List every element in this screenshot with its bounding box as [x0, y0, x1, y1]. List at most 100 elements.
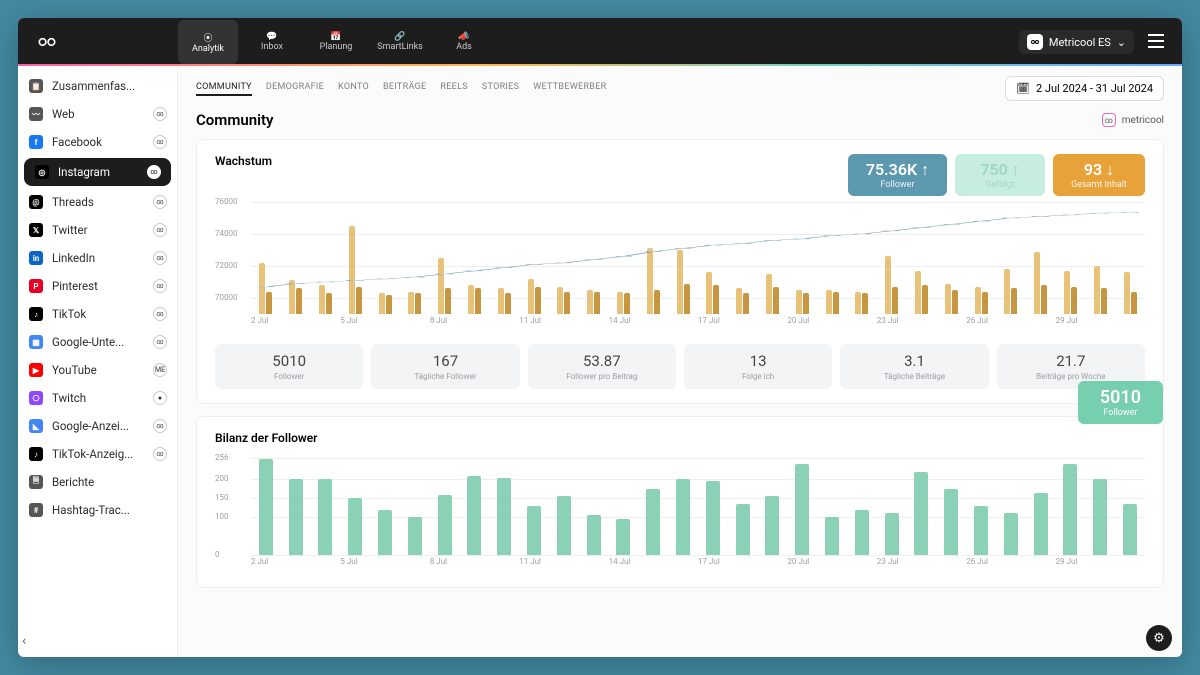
sidebar-item-linkedin[interactable]: inLinkedIn∞ [18, 244, 177, 272]
calendar-icon: 🗓 [1016, 82, 1030, 95]
sidebar-item-reports[interactable]: 🗎Berichte [18, 468, 177, 496]
gb-icon: ▦ [28, 334, 44, 350]
x-tick: 2 Jul [251, 316, 340, 332]
account-icon: ∞ [1102, 113, 1116, 127]
x-tick: 20 Jul [787, 557, 876, 573]
tab-account[interactable]: KONTO [338, 82, 369, 96]
sidebar-item-google-biz[interactable]: ▦Google-Unte...∞ [18, 328, 177, 356]
bar [833, 292, 839, 314]
sidebar-item-label: Instagram [58, 165, 139, 179]
sidebar-item-label: Google-Anzei... [52, 419, 145, 433]
nav-planning[interactable]: 📅Planung [306, 20, 366, 64]
sidebar-item-tiktok-ads[interactable]: ♪TikTok-Anzeig...∞ [18, 440, 177, 468]
connected-account[interactable]: ∞ metricool [1102, 113, 1164, 127]
x-tick: 14 Jul [609, 557, 698, 573]
tab-posts[interactable]: BEITRÄGE [383, 82, 426, 96]
bar [1094, 266, 1100, 314]
kpi-pill[interactable]: 750 ↑Gefolgt [955, 154, 1045, 196]
kpi-pill[interactable]: 75.36K ↑Follower [848, 154, 947, 196]
tab-demographics[interactable]: DEMOGRAFIE [266, 82, 324, 96]
workspace-label: Metricool ES [1049, 36, 1111, 49]
date-range-picker[interactable]: 🗓 2 Jul 2024 - 31 Jul 2024 [1005, 76, 1164, 101]
bar [885, 256, 891, 314]
tab-competitors[interactable]: WETTBEWERBER [533, 82, 606, 96]
bar [289, 479, 303, 555]
sidebar-item-label: Facebook [52, 135, 145, 149]
kpi-pill[interactable]: 93 ↓Gesamt Inhalt [1053, 154, 1145, 196]
sidebar-item-label: Twitch [52, 391, 145, 405]
sidebar-item-summary[interactable]: 📋Zusammenfas... [18, 72, 177, 100]
bar [975, 287, 981, 314]
bar [557, 496, 571, 555]
bar [825, 517, 839, 555]
bar [1123, 504, 1137, 555]
sidebar-item-label: Threads [52, 195, 145, 209]
nav-inbox[interactable]: 💬Inbox [242, 20, 302, 64]
sidebar-badge: ∞ [153, 419, 167, 433]
smartlinks-icon: 🔗 [394, 32, 405, 42]
bar [378, 510, 392, 555]
sidebar-item-instagram[interactable]: ◎Instagram∞ [24, 158, 171, 186]
settings-fab[interactable]: ⚙ [1146, 625, 1172, 651]
nav-analytics[interactable]: ⦿Analytik [178, 20, 238, 64]
bar [743, 293, 749, 314]
bar [527, 506, 541, 555]
bar [676, 479, 690, 555]
x-tick: 23 Jul [877, 316, 966, 332]
sidebar: ‹ 📋Zusammenfas...〰Web∞fFacebook∞◎Instagr… [18, 66, 178, 657]
tab-stories[interactable]: STORIES [482, 82, 519, 96]
bar [528, 279, 534, 314]
bar [594, 292, 600, 314]
bar [862, 293, 868, 314]
bar [803, 293, 809, 314]
bar [1004, 269, 1010, 314]
bar [617, 292, 623, 314]
bar [1131, 292, 1137, 314]
date-range-label: 2 Jul 2024 - 31 Jul 2024 [1036, 82, 1153, 95]
sidebar-item-tiktok[interactable]: ♪TikTok∞ [18, 300, 177, 328]
bar [677, 250, 683, 314]
sidebar-item-youtube[interactable]: ▶YouTubeME [18, 356, 177, 384]
x-tick: 8 Jul [430, 557, 519, 573]
sidebar-badge: ∞ [153, 107, 167, 121]
x-tick: 23 Jul [877, 557, 966, 573]
bar [356, 287, 362, 314]
menu-icon[interactable] [1148, 33, 1164, 52]
balance-chart: 01001502002562 Jul5 Jul8 Jul11 Jul14 Jul… [215, 453, 1145, 573]
sidebar-item-twitter[interactable]: 𝕏Twitter∞ [18, 216, 177, 244]
bar [796, 290, 802, 314]
main-panel: COMMUNITY DEMOGRAFIE KONTO BEITRÄGE REELS STO… [178, 66, 1182, 657]
nav-smartlinks[interactable]: 🔗SmartLinks [370, 20, 430, 64]
nav-label: Analytik [192, 44, 224, 54]
y-tick: 200 [215, 474, 229, 483]
x-tick: 5 Jul [340, 316, 429, 332]
kpi-pills: 75.36K ↑Follower750 ↑Gefolgt93 ↓Gesamt I… [848, 154, 1145, 196]
sidebar-item-label: Web [52, 107, 145, 121]
sidebar-item-threads[interactable]: @Threads∞ [18, 188, 177, 216]
bar [713, 285, 719, 314]
bar [557, 287, 563, 314]
bar [438, 258, 444, 314]
sidebar-item-pinterest[interactable]: PPinterest∞ [18, 272, 177, 300]
bar [922, 285, 928, 314]
bar [855, 292, 861, 314]
sidebar-collapse-icon[interactable]: ‹ [22, 633, 26, 649]
nav-label: SmartLinks [377, 42, 423, 52]
bar [826, 290, 832, 314]
workspace-switcher[interactable]: Metricool ES ⌄ [1019, 30, 1134, 54]
bar [505, 293, 511, 314]
bar [348, 498, 362, 555]
sidebar-item-twitch[interactable]: ⎔Twitch● [18, 384, 177, 412]
tab-community[interactable]: COMMUNITY [196, 82, 252, 96]
bar [982, 292, 988, 314]
account-label: metricool [1122, 115, 1164, 126]
bar [564, 292, 570, 314]
sidebar-item-facebook[interactable]: fFacebook∞ [18, 128, 177, 156]
bar [587, 290, 593, 314]
bar [259, 459, 273, 555]
tab-reels[interactable]: REELS [440, 82, 467, 96]
nav-ads[interactable]: 📣Ads [434, 20, 494, 64]
sidebar-item-hashtag[interactable]: #Hashtag-Trac... [18, 496, 177, 524]
sidebar-item-web[interactable]: 〰Web∞ [18, 100, 177, 128]
sidebar-item-google-ads[interactable]: ◣Google-Anzei...∞ [18, 412, 177, 440]
